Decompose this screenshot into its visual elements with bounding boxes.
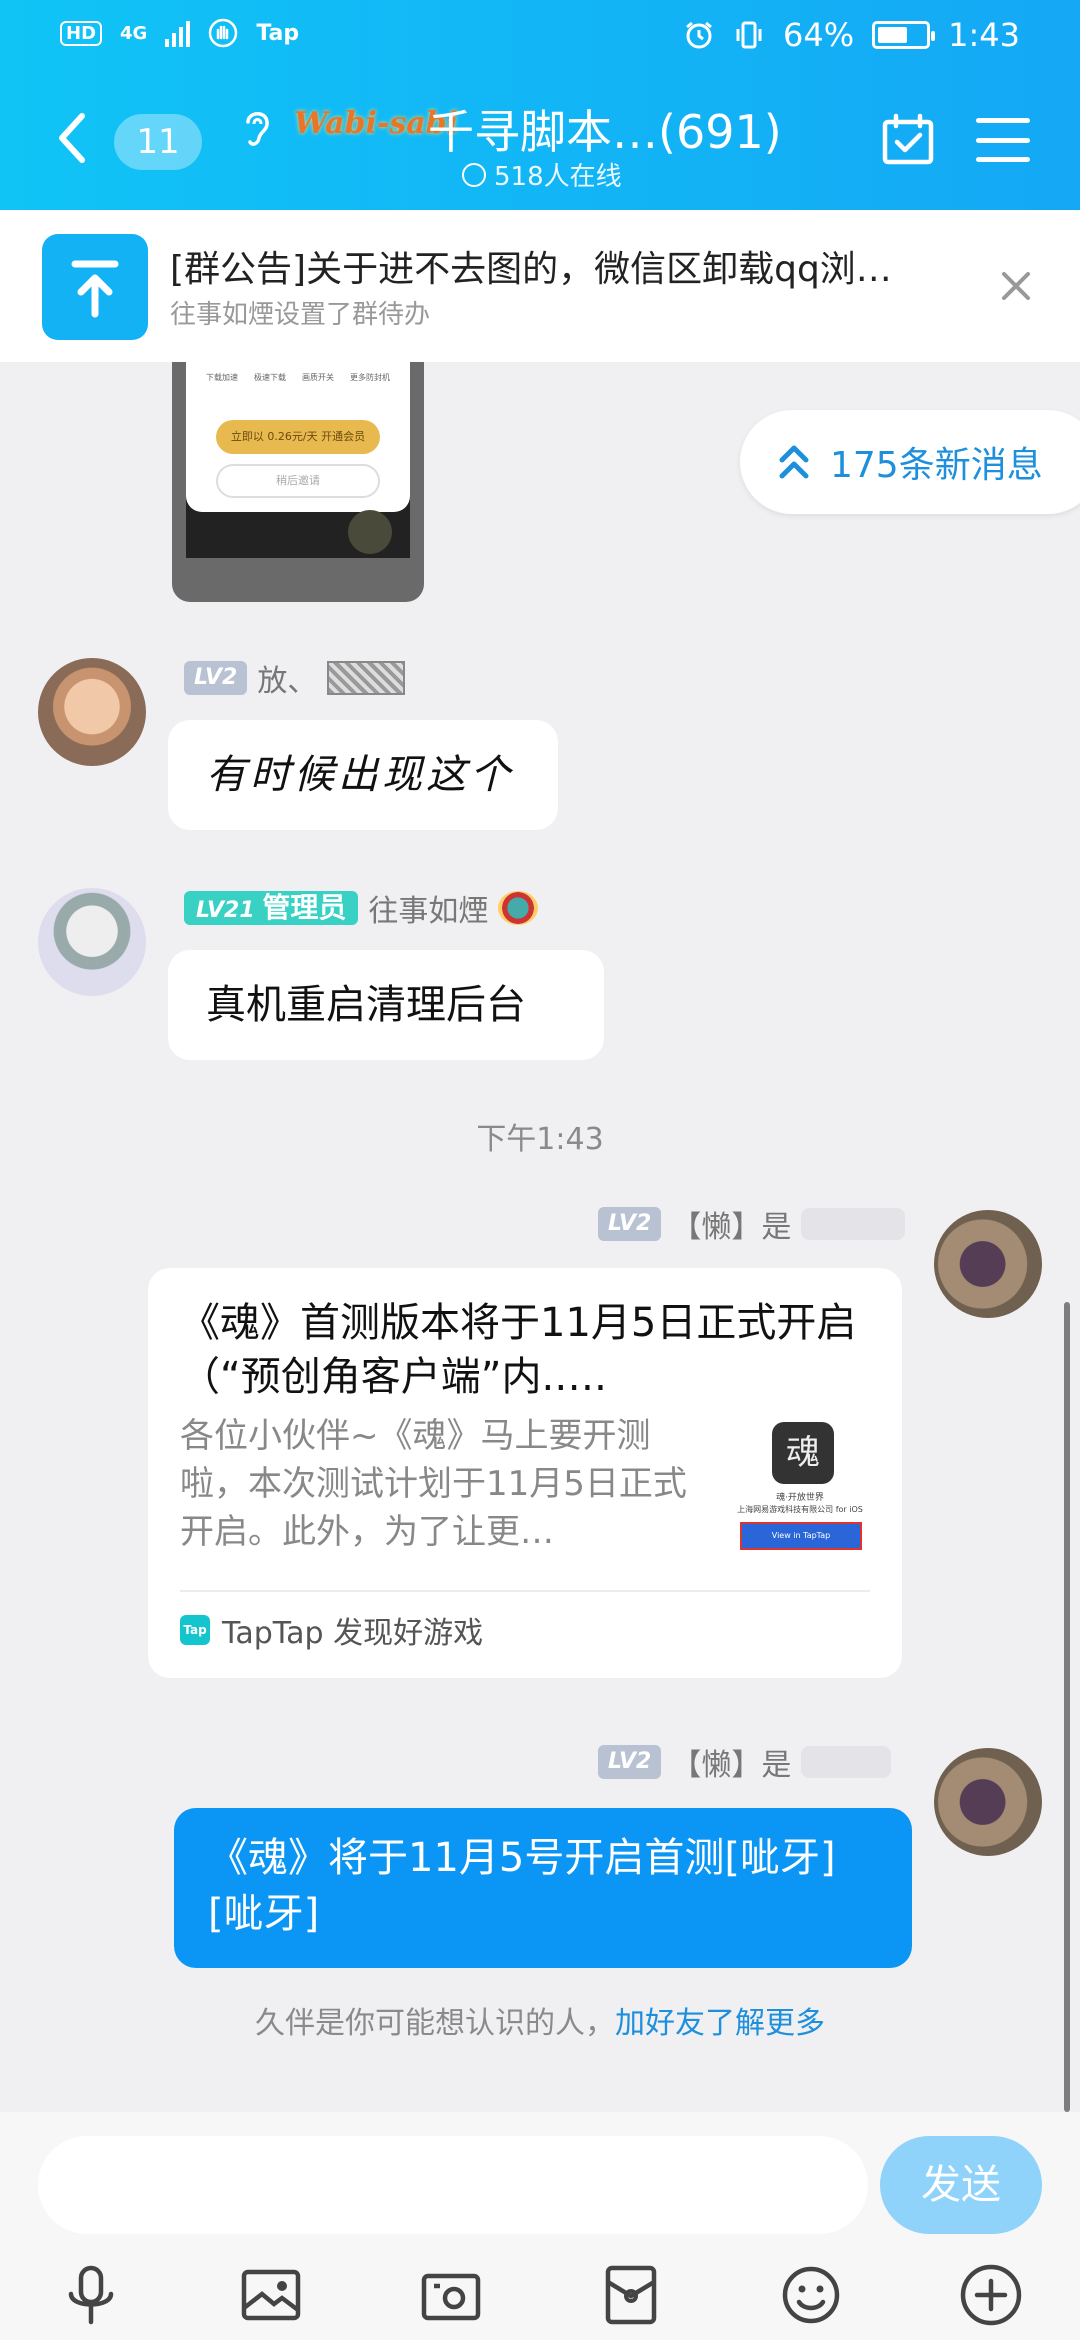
- thumb-company: 上海网易游戏科技有限公司 for iOS: [737, 1505, 863, 1514]
- microphone-icon[interactable]: [58, 2262, 124, 2328]
- notice-subtitle: 往事如煙设置了群待办: [170, 300, 431, 330]
- role-label: 管理员: [262, 891, 347, 924]
- online-count[interactable]: 518人在线: [462, 156, 622, 193]
- avatar[interactable]: [934, 1748, 1042, 1856]
- phone-tab: 极速下载: [254, 373, 286, 382]
- battery-icon: [872, 21, 936, 49]
- group-title[interactable]: 千寻脚本…(691): [428, 96, 782, 162]
- group-notice-banner[interactable]: [群公告]关于进不去图的，微信区卸载qq浏… 往事如煙设置了群待办: [0, 210, 1080, 362]
- vibrate-icon: [736, 21, 762, 49]
- upload-icon: [42, 234, 148, 340]
- message-bubble[interactable]: 真机重启清理后台: [168, 950, 604, 1060]
- timestamp: 下午1:43: [476, 1122, 604, 1157]
- composer: 发送: [0, 2112, 1080, 2340]
- phone-primary-button: 立即以 0.26元/天 开通会员: [216, 420, 380, 454]
- battery-percent: 64%: [783, 16, 855, 54]
- header-bar: HD 4G Tap 64% 1:43 11 Wabi-sabi 千寻脚本…(69…: [0, 0, 1080, 210]
- phone-screen: 下载加速 极速下载 画质开关 更多防封机 立即以 0.26元/天 开通会员 稍后…: [186, 362, 410, 558]
- sender-info: LV2 【懒】是: [598, 1740, 892, 1784]
- composer-toolbar: [0, 2262, 1080, 2340]
- sender-name[interactable]: 放、: [257, 656, 317, 700]
- emoji-icon[interactable]: [778, 2262, 844, 2328]
- image-icon[interactable]: [238, 2262, 304, 2328]
- level-badge: LV21 管理员: [184, 891, 359, 925]
- phone-tab: 画质开关: [302, 373, 334, 382]
- calendar-check-icon[interactable]: [880, 112, 936, 168]
- blurred-name: [801, 1746, 892, 1778]
- sender-name[interactable]: 往事如煙: [368, 886, 488, 930]
- sender-info: LV2 放、: [184, 656, 406, 700]
- phone-secondary-button: 稍后邀请: [216, 464, 380, 498]
- level-badge: LV2: [598, 1745, 662, 1779]
- share-thumbnail: 魂 魂·开放世界 上海网易游戏科技有限公司 for iOS View in Ta…: [732, 1422, 868, 1562]
- phone-tab: 下载加速: [206, 373, 238, 382]
- ear-icon[interactable]: [240, 106, 274, 150]
- menu-icon[interactable]: [976, 118, 1030, 162]
- clock: 1:43: [948, 16, 1020, 54]
- share-description: 各位小伙伴~《魂》马上要开测啦，本次测试计划于11月5日正式开启。此外，为了让更…: [180, 1416, 687, 1552]
- network-label: 4G: [120, 22, 148, 44]
- sender-name-emoji-icon: [327, 661, 406, 695]
- thumb-button: View in TapTap: [740, 1522, 862, 1550]
- game-logo: 魂: [772, 1422, 834, 1484]
- online-count-label: 518人在线: [494, 162, 622, 192]
- sender-info: LV2 【懒】是: [598, 1202, 906, 1246]
- share-source-label: TapTap 发现好游戏: [222, 1616, 484, 1651]
- new-messages-button[interactable]: 175条新消息: [740, 410, 1080, 514]
- message-bubble[interactable]: 有时候出现这个: [168, 720, 558, 830]
- sender-name[interactable]: 【懒】是: [671, 1740, 791, 1784]
- double-chevron-up-icon: [779, 445, 809, 479]
- send-button[interactable]: 发送: [880, 2136, 1042, 2234]
- status-bar: HD 4G Tap 64% 1:43: [0, 0, 1080, 80]
- plus-icon[interactable]: [958, 2262, 1024, 2328]
- suggestion-text: 久伴是你可能想认识的人，: [255, 2006, 615, 2041]
- avatar[interactable]: [934, 1210, 1042, 1318]
- chat-list[interactable]: 下载加速 极速下载 画质开关 更多防封机 立即以 0.26元/天 开通会员 稍后…: [0, 362, 1080, 2112]
- level-badge: LV2: [184, 661, 248, 695]
- avatar[interactable]: [38, 658, 146, 766]
- signal-icon: [165, 19, 191, 47]
- message-text: 有时候出现这个: [206, 752, 514, 798]
- level-label: LV21: [196, 898, 255, 923]
- blurred-name: [801, 1208, 906, 1240]
- hand-icon: [209, 18, 238, 48]
- tap-app-label: Tap: [256, 20, 300, 46]
- sender-name[interactable]: 【懒】是: [671, 1202, 791, 1246]
- thumb-caption: 魂·开放世界: [776, 1493, 824, 1503]
- level-badge: LV2: [598, 1207, 662, 1241]
- red-packet-icon[interactable]: [598, 2262, 664, 2328]
- new-messages-label: 175条新消息: [830, 445, 1043, 486]
- share-title: 《魂》首测版本将于11月5日正式开启（“预创角客户端”内.….: [180, 1300, 857, 1400]
- shared-image[interactable]: 下载加速 极速下载 画质开关 更多防封机 立即以 0.26元/天 开通会员 稍后…: [172, 362, 424, 602]
- sender-info: LV21 管理员 往事如煙: [184, 886, 539, 930]
- back-icon[interactable]: [52, 108, 92, 168]
- play-icon: [348, 510, 392, 554]
- phone-feature-tabs: 下载加速 极速下载 画质开关 更多防封机: [206, 372, 390, 392]
- avatar[interactable]: [38, 888, 146, 996]
- scrollbar[interactable]: [1064, 1302, 1070, 2112]
- camera-icon[interactable]: [418, 2262, 484, 2328]
- phone-tab: 更多防封机: [350, 373, 390, 382]
- close-icon[interactable]: [998, 268, 1034, 304]
- friend-suggestion: 久伴是你可能想认识的人，加好友了解更多: [0, 1998, 1080, 2042]
- message-text: 《魂》将于11月5号开启首测[呲牙][呲牙]: [208, 1835, 836, 1937]
- unread-count-badge[interactable]: 11: [114, 114, 202, 170]
- message-text: 真机重启清理后台: [206, 982, 526, 1028]
- message-bubble[interactable]: 《魂》将于11月5号开启首测[呲牙][呲牙]: [174, 1808, 912, 1968]
- phone-card: 下载加速 极速下载 画质开关 更多防封机 立即以 0.26元/天 开通会员 稍后…: [186, 362, 410, 512]
- add-friend-link[interactable]: 加好友了解更多: [615, 2006, 825, 2041]
- hd-badge: HD: [60, 20, 103, 46]
- dragon-icon: [498, 891, 539, 925]
- share-source: Tap TapTap 发现好游戏: [180, 1590, 870, 1652]
- notice-title: [群公告]关于进不去图的，微信区卸载qq浏…: [170, 249, 892, 290]
- alarm-icon: [686, 21, 712, 49]
- message-input[interactable]: [38, 2136, 868, 2234]
- taptap-icon: Tap: [180, 1615, 210, 1645]
- share-card[interactable]: 《魂》首测版本将于11月5日正式开启（“预创角客户端”内.…. 各位小伙伴~《魂…: [148, 1268, 902, 1678]
- online-check-icon: [462, 162, 486, 187]
